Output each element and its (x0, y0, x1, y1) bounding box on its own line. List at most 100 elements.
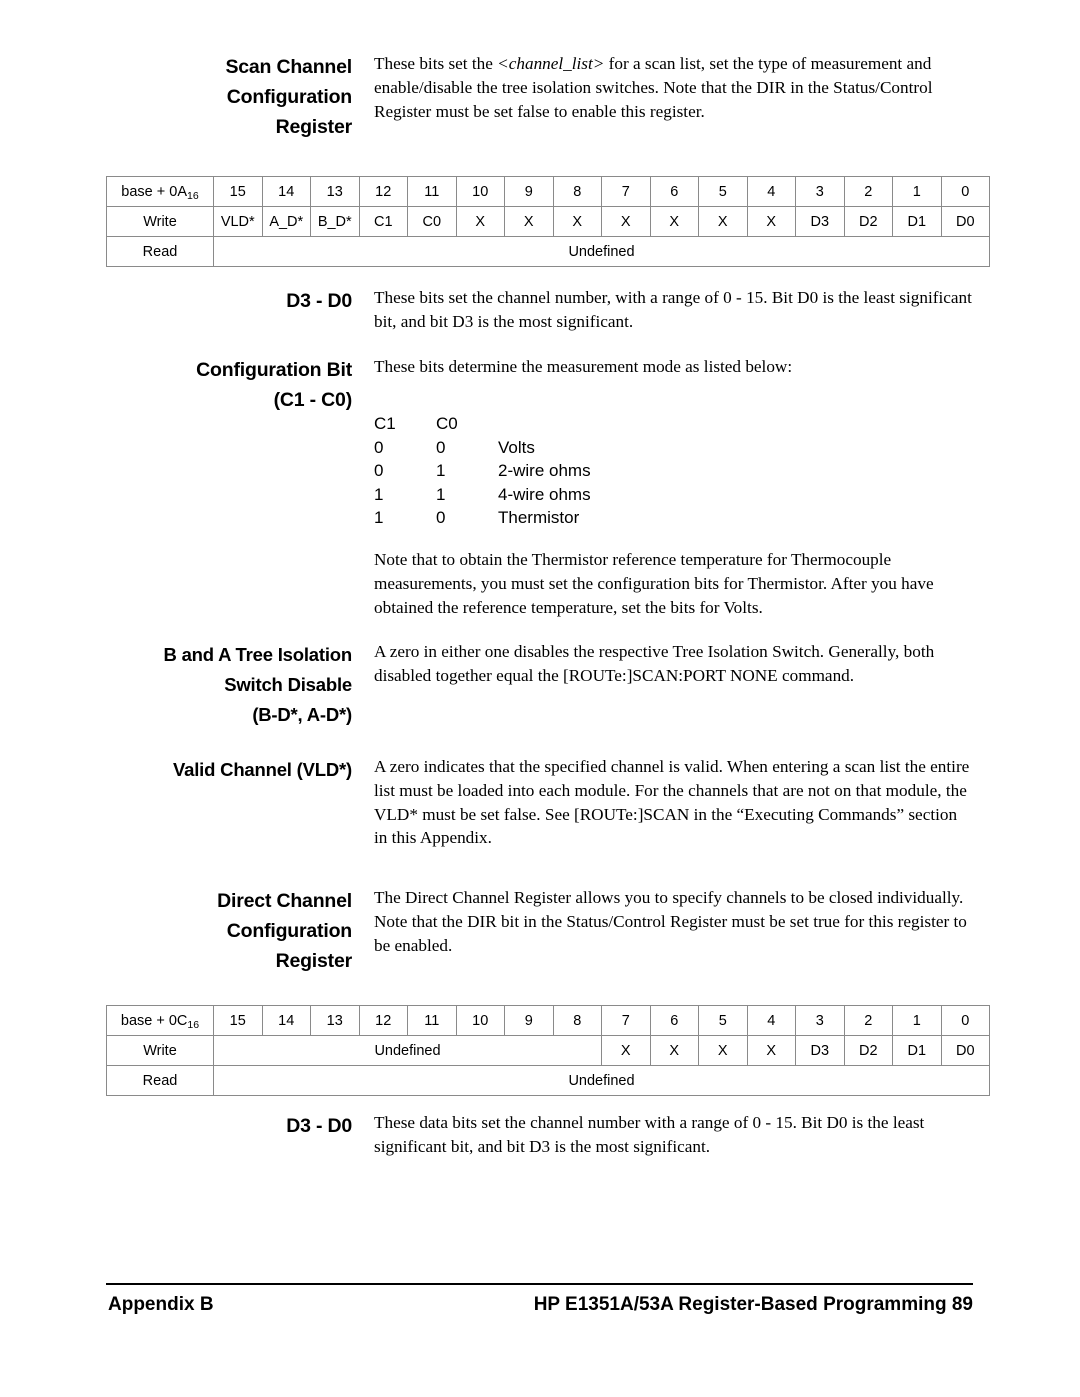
write-bit-cell: X (649, 206, 699, 237)
truth-cell-c0: 0 (436, 437, 446, 457)
truth-cell-mode: 4-wire ohms (498, 484, 591, 504)
write-bit-cell: D0 (940, 1035, 990, 1066)
read-undefined-cell: Undefined (213, 1065, 990, 1096)
truth-cell-c1: 1 (374, 508, 384, 527)
bit-number-cell: 10 (455, 1005, 505, 1036)
bit-number-cell: 2 (843, 1005, 893, 1036)
bit-number-cell: 15 (213, 1005, 263, 1036)
bit-number-cell: 4 (746, 1005, 796, 1036)
table-row-write: Write Undefined X X X X D3 D2 D1 D0 (106, 1035, 990, 1066)
address-subscript: 16 (187, 189, 199, 202)
truth-table-row: 0 1 2-wire ohms (374, 459, 758, 483)
write-undefined-cell: Undefined (213, 1035, 602, 1066)
bit-number-cell: 11 (407, 176, 457, 207)
row-label-read: Read (106, 1065, 214, 1096)
bit-number-cell: 7 (601, 176, 651, 207)
truth-cell-mode: Volts (498, 437, 535, 457)
bit-number-cell: 15 (213, 176, 263, 207)
address-subscript: 16 (187, 1018, 200, 1031)
truth-table-header-row: C1 C0 (374, 412, 758, 436)
section-body-d3-d0-scan: These bits set the channel number, with … (374, 288, 972, 331)
section-heading-valid-channel: Valid Channel (VLD*) (106, 755, 352, 785)
bit-number-cell: 5 (698, 176, 748, 207)
write-bit-cell: X (455, 206, 505, 237)
truth-cell-mode: 2-wire ohms (498, 461, 591, 480)
bit-number-cell: 2 (843, 176, 893, 207)
write-bit-cell: X (698, 1035, 748, 1066)
section-body-direct-channel: The Direct Channel Register allows you t… (374, 888, 967, 955)
row-label-write: Write (106, 1035, 214, 1066)
address-prefix: base + 0A (121, 183, 187, 200)
write-bit-cell: X (552, 206, 602, 237)
table-row-read: Read Undefined (106, 236, 990, 267)
address-prefix: base + 0C (120, 1012, 188, 1029)
table-row-write: Write VLD* A_D* B_D* C1 C0 X X X X X X X… (106, 206, 990, 237)
bit-number-cell: 6 (649, 176, 699, 207)
row-label-read: Read (106, 236, 214, 267)
bit-number-cell: 7 (601, 1005, 651, 1036)
bit-number-cell: 14 (261, 176, 311, 207)
body-text-part: These bits set the (374, 54, 498, 73)
footer-title-and-page-number: HP E1351A/53A Register-Based Programming… (533, 1294, 973, 1315)
write-bit-cell: X (746, 1035, 796, 1066)
row-label-write: Write (106, 206, 214, 237)
read-undefined-cell: Undefined (213, 236, 990, 267)
bit-number-cell: 0 (940, 1005, 990, 1036)
bit-number-cell: 5 (698, 1005, 748, 1036)
bit-number-cell: 12 (358, 176, 408, 207)
truth-header-c1: C1 (374, 414, 396, 433)
truth-cell-c1: 0 (374, 437, 384, 457)
bit-number-cell: 9 (504, 176, 554, 207)
section-body-d3-d0-direct: These data bits set the channel number w… (374, 1113, 925, 1156)
table-row-bit-numbers: base + 0C16 15 14 13 12 11 10 9 8 7 6 5 … (106, 1005, 990, 1036)
write-bit-cell: A_D* (261, 206, 311, 237)
write-bit-cell: D1 (892, 1035, 942, 1066)
heading-line: Direct Channel (217, 890, 352, 912)
truth-header-mode (498, 412, 758, 436)
section-heading-direct-channel: Direct Channel Configuration Register (106, 886, 352, 976)
truth-table-row: 1 0 Thermistor (374, 506, 758, 530)
bit-number-cell: 14 (261, 1005, 311, 1036)
heading-line: B and A Tree Isolation (163, 644, 352, 665)
write-bit-cell: X (504, 206, 554, 237)
truth-table-row: 0 0 Volts (374, 436, 758, 460)
heading-line: Scan Channel (225, 56, 352, 78)
heading-line: Register (275, 950, 353, 972)
table-row-read: Read Undefined (106, 1065, 990, 1096)
bit-number-cell: 1 (892, 176, 942, 207)
table-row-bit-numbers: base + 0A16 15 14 13 12 11 10 9 8 7 6 5 … (106, 176, 990, 207)
write-bit-cell: X (601, 1035, 651, 1066)
bit-number-cell: 13 (310, 1005, 360, 1036)
section-heading-tree-isolation: B and A Tree Isolation Switch Disable (B… (106, 640, 352, 730)
write-bit-cell: X (746, 206, 796, 237)
heading-line: Configuration Bit (196, 359, 352, 381)
section-heading-configuration-bit: Configuration Bit (C1 - C0) (106, 355, 352, 415)
truth-cell-c0: 0 (436, 508, 446, 527)
truth-cell-c0: 1 (436, 484, 446, 504)
write-bit-cell: D3 (795, 1035, 845, 1066)
write-bit-cell: B_D* (310, 206, 360, 237)
footer-appendix-label: Appendix B (108, 1294, 214, 1315)
truth-cell-c1: 1 (374, 484, 384, 504)
register-address-cell: base + 0A16 (106, 176, 214, 207)
heading-line: D3 - D0 (286, 290, 352, 312)
heading-line: Configuration (226, 86, 352, 108)
write-bit-cell: D3 (795, 206, 845, 237)
channel-list-token: <channel_list> (497, 54, 605, 73)
bit-number-cell: 12 (358, 1005, 408, 1036)
heading-line: D3 - D0 (286, 1115, 352, 1137)
register-address-cell: base + 0C16 (106, 1005, 214, 1036)
section-body-tree-isolation: A zero in either one disables the respec… (374, 642, 935, 685)
measurement-mode-truth-table: C1 C0 0 0 Volts 0 1 2-wire ohms 1 1 4-wi… (374, 412, 758, 530)
bit-number-cell: 1 (892, 1005, 942, 1036)
heading-line: Switch Disable (224, 674, 352, 695)
bit-number-cell: 8 (552, 176, 602, 207)
bit-number-cell: 3 (795, 1005, 845, 1036)
write-bit-cell: X (698, 206, 748, 237)
truth-table-row: 1 1 4-wire ohms (374, 483, 758, 507)
truth-cell-c1: 0 (374, 461, 384, 480)
bit-number-cell: 3 (795, 176, 845, 207)
write-bit-cell: C1 (358, 206, 408, 237)
write-bit-cell: D1 (892, 206, 942, 237)
register-table-scan-channel: base + 0A16 15 14 13 12 11 10 9 8 7 6 5 … (106, 176, 990, 267)
